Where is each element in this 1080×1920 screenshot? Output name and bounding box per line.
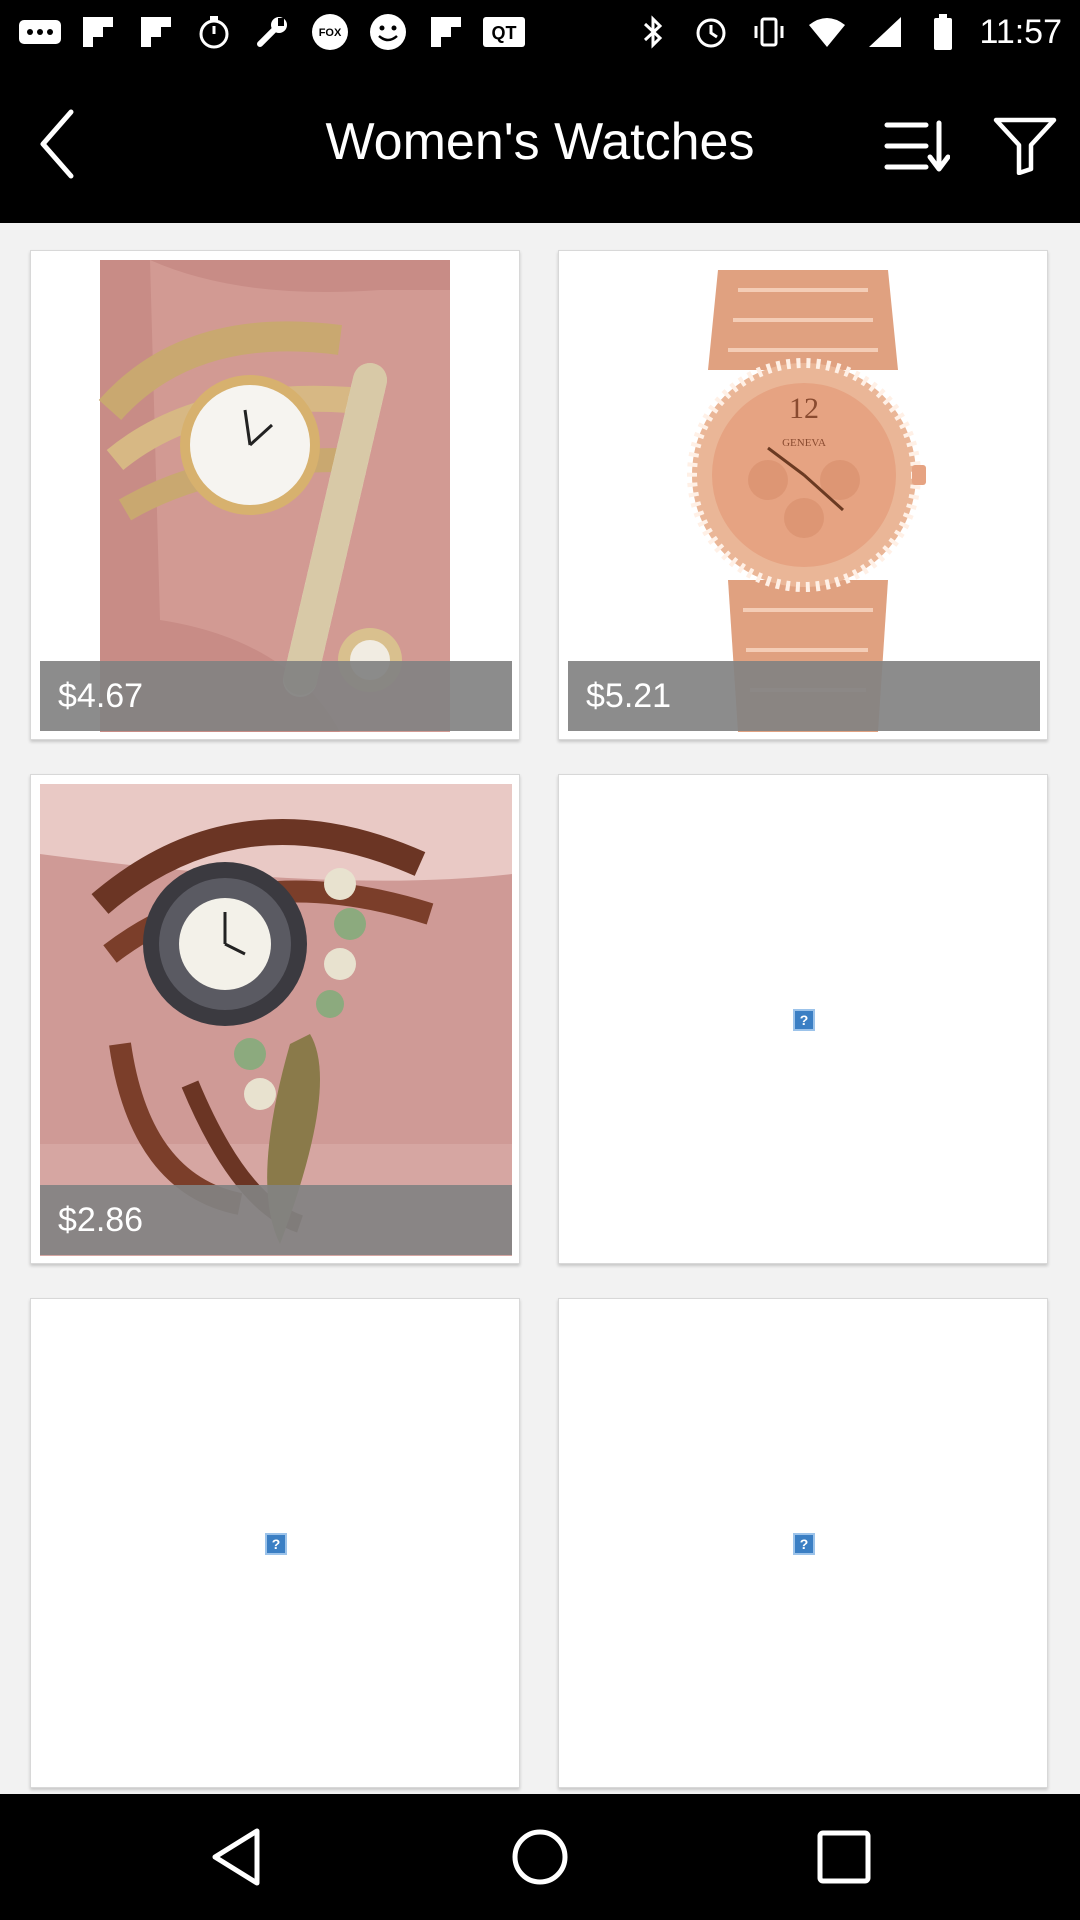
broken-image-icon: ? — [793, 1533, 815, 1555]
bluetooth-icon — [631, 10, 675, 54]
sort-icon — [884, 120, 950, 172]
product-card[interactable]: ? — [558, 1298, 1048, 1788]
square-recents-icon — [817, 1830, 871, 1884]
smiley-icon — [366, 10, 410, 54]
circle-home-icon — [512, 1829, 568, 1885]
flipboard-icon — [134, 10, 178, 54]
sort-button[interactable] — [880, 109, 954, 183]
svg-text:QT: QT — [492, 23, 517, 43]
clock: 11:57 — [979, 12, 1062, 51]
broken-image-icon: ? — [793, 1009, 815, 1031]
svg-text:12: 12 — [789, 392, 819, 425]
wrench-icon — [250, 10, 294, 54]
price-overlay: $5.21 — [568, 661, 1040, 731]
alarm-icon — [689, 10, 733, 54]
price-overlay: $4.67 — [40, 661, 512, 731]
nav-home-button[interactable] — [504, 1821, 576, 1893]
notification-icons: FOX QT — [18, 10, 526, 54]
svg-text:FOX: FOX — [319, 27, 342, 39]
triangle-back-icon — [212, 1828, 260, 1886]
broken-image-icon: ? — [265, 1533, 287, 1555]
product-price: $5.21 — [586, 677, 672, 715]
signal-icon — [863, 10, 907, 54]
product-image: ? — [40, 1308, 512, 1780]
nav-back-button[interactable] — [200, 1821, 272, 1893]
filter-icon — [993, 117, 1057, 175]
timer-icon — [192, 10, 236, 54]
wifi-icon — [805, 10, 849, 54]
flipboard-icon — [424, 10, 468, 54]
battery-icon — [921, 10, 965, 54]
more-dots-icon — [18, 10, 62, 54]
product-price: $4.67 — [58, 677, 144, 715]
product-card[interactable]: $2.86 — [30, 774, 520, 1264]
product-card[interactable]: ? — [30, 1298, 520, 1788]
app-bar: Women's Watches — [0, 64, 1080, 223]
product-card[interactable]: ? — [558, 774, 1048, 1264]
fox-sports-icon: FOX — [308, 10, 352, 54]
product-price: $2.86 — [58, 1201, 144, 1239]
status-bar: FOX QT 11:57 — [0, 0, 1080, 64]
flipboard-icon — [76, 10, 120, 54]
system-icons: 11:57 — [631, 10, 1062, 54]
filter-button[interactable] — [988, 109, 1062, 183]
nav-recents-button[interactable] — [808, 1821, 880, 1893]
product-card[interactable]: $4.67 — [30, 250, 520, 740]
product-card[interactable]: 12 GENEVA $5.21 — [558, 250, 1048, 740]
price-overlay: $2.86 — [40, 1185, 512, 1255]
qt-icon: QT — [482, 10, 526, 54]
svg-text:GENEVA: GENEVA — [782, 437, 826, 449]
product-image: ? — [568, 1308, 1040, 1780]
navigation-bar — [0, 1794, 1080, 1920]
product-image: ? — [568, 784, 1040, 1256]
vibrate-icon — [747, 10, 791, 54]
